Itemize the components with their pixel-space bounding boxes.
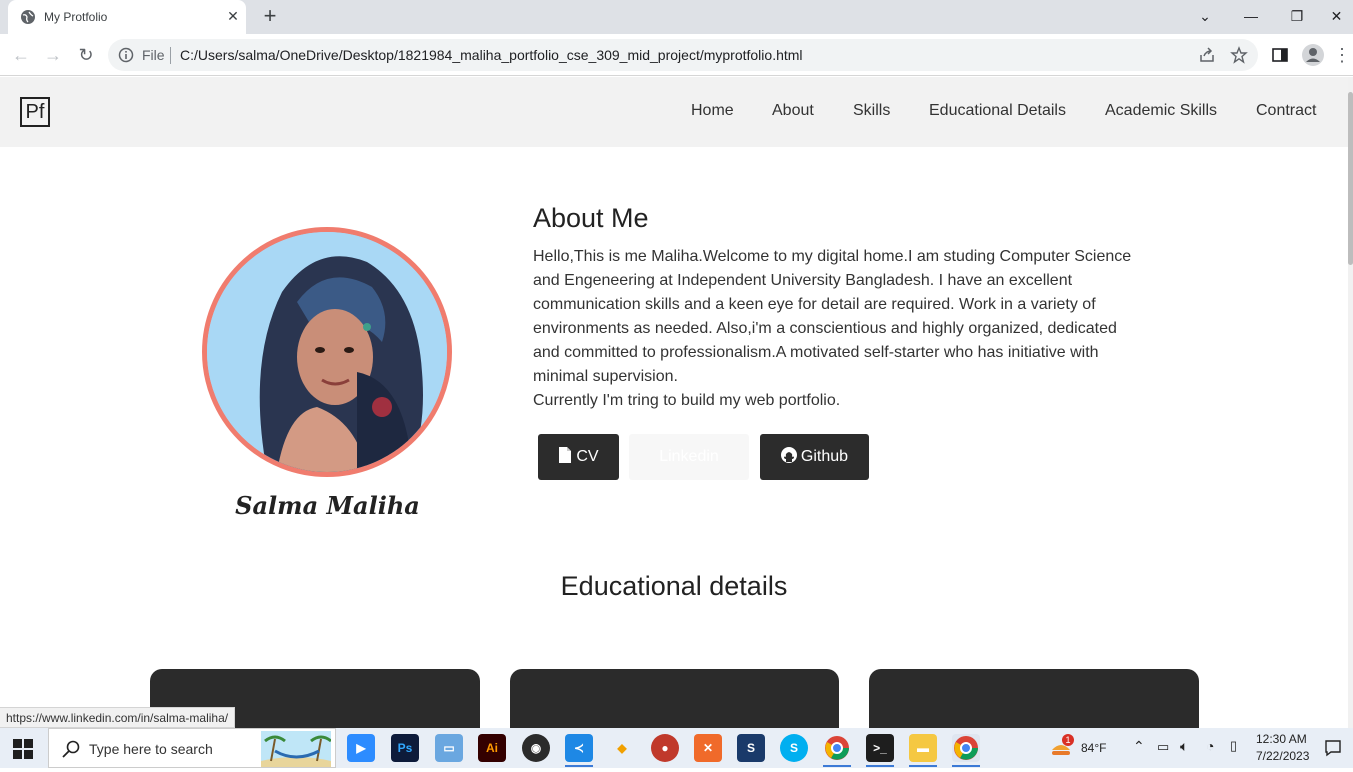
cv-button-label: CV <box>576 448 599 465</box>
terminal-active-indicator <box>866 765 894 767</box>
tab-search-icon[interactable]: ⌄ <box>1182 0 1228 32</box>
github-button[interactable]: Github <box>760 434 869 480</box>
vscode-active-indicator <box>565 765 593 767</box>
search-icon <box>62 740 80 758</box>
address-separator <box>170 47 171 64</box>
chrome-profile-app-icon[interactable] <box>823 734 851 762</box>
address-bar[interactable]: File C:/Users/salma/OneDrive/Desktop/182… <box>108 39 1258 71</box>
forward-icon[interactable]: → <box>41 43 65 67</box>
file-explorer-app-icon[interactable]: ▬ <box>909 734 937 762</box>
share-icon[interactable] <box>1198 46 1216 64</box>
url-text[interactable]: C:/Users/salma/OneDrive/Desktop/1821984_… <box>180 47 803 63</box>
cv-button[interactable]: CV <box>538 434 619 480</box>
terminal-app-icon[interactable]: >_ <box>866 734 894 762</box>
sql-app-icon[interactable]: S <box>737 734 765 762</box>
info-icon[interactable] <box>118 47 134 63</box>
github-icon <box>780 447 797 463</box>
file-icon <box>559 447 572 463</box>
globe-icon <box>21 10 35 24</box>
profile-avatar-icon[interactable] <box>1301 43 1325 67</box>
computer-app-icon[interactable]: ▭ <box>435 734 463 762</box>
notification-icon[interactable] <box>1324 739 1342 757</box>
about-text: Hello,This is me Maliha.Welcome to my di… <box>533 245 1138 413</box>
nav-educational-details[interactable]: Educational Details <box>929 102 1066 120</box>
search-placeholder: Type here to search <box>89 741 213 757</box>
nav-skills[interactable]: Skills <box>853 102 890 120</box>
skype-app-icon[interactable]: S <box>780 734 808 762</box>
close-window-button[interactable]: ✕ <box>1320 0 1353 32</box>
photoshop-app-icon[interactable]: Ps <box>391 734 419 762</box>
weather-temperature[interactable]: 84°F <box>1081 741 1106 755</box>
browser-tab[interactable]: My Protfolio ✕ <box>8 0 246 34</box>
clock-date[interactable]: 7/22/2023 <box>1256 749 1309 763</box>
education-card <box>510 669 839 728</box>
clock-time[interactable]: 12:30 AM <box>1256 732 1307 746</box>
nav-academic-skills[interactable]: Academic Skills <box>1105 102 1217 120</box>
chrome-active-indicator <box>952 765 980 767</box>
file-explorer-active-indicator <box>909 765 937 767</box>
battery-icon[interactable]: ▭ <box>1157 739 1169 755</box>
tab-title: My Protfolio <box>44 10 108 24</box>
nav-home[interactable]: Home <box>691 102 734 120</box>
device-icon[interactable]: ▯ <box>1230 738 1237 754</box>
tab-close-icon[interactable]: ✕ <box>224 7 242 25</box>
education-card <box>869 669 1199 728</box>
side-panel-icon[interactable] <box>1271 46 1289 64</box>
browser-menu-icon[interactable]: ⋮ <box>1333 43 1351 67</box>
chrome-app-icon[interactable] <box>952 734 980 762</box>
about-paragraph-2: Currently I'm tring to build my web port… <box>533 392 841 409</box>
nav-about[interactable]: About <box>772 102 814 120</box>
page-scrollbar[interactable] <box>1348 77 1353 728</box>
profile-name: Salma Maliha <box>235 491 420 520</box>
browser-tab-strip: My Protfolio ✕ + ⌄ — ❐ ✕ <box>0 0 1353 34</box>
sourcetree-app-icon[interactable]: ◆ <box>608 734 636 762</box>
portrait-illustration <box>207 232 447 472</box>
back-icon[interactable]: ← <box>9 43 33 67</box>
bookmark-star-icon[interactable] <box>1230 46 1248 64</box>
windows-taskbar: Type here to search ▶ Ps ▭ Ai ◉ ≺ ◆ ● ✕ … <box>0 728 1353 768</box>
about-paragraph: Hello,This is me Maliha.Welcome to my di… <box>533 248 1132 385</box>
media-app-icon[interactable]: ● <box>651 734 679 762</box>
site-logo[interactable]: Pf <box>20 97 50 127</box>
linkedin-button[interactable]: Linkedin <box>629 434 749 480</box>
file-scheme-label: File <box>142 47 165 63</box>
linkedin-button-label: Linkedin <box>659 448 719 465</box>
vscode-app-icon[interactable]: ≺ <box>565 734 593 762</box>
weather-badge: 1 <box>1062 734 1074 746</box>
browser-toolbar: ← → ↻ File C:/Users/salma/OneDrive/Deskt… <box>0 34 1353 76</box>
search-highlight-icon <box>261 731 331 767</box>
new-tab-button[interactable]: + <box>258 5 282 29</box>
educational-details-title: Educational details <box>560 571 788 601</box>
restore-button[interactable]: ❐ <box>1274 0 1320 32</box>
weather-icon[interactable]: 1 <box>1050 734 1074 758</box>
site-navbar: Pf Home About Skills Educational Details… <box>0 77 1348 147</box>
minimize-button[interactable]: — <box>1228 0 1274 32</box>
windows-start-icon[interactable] <box>12 738 34 760</box>
wifi-icon[interactable]: ◔ <box>1206 738 1214 754</box>
obs-app-icon[interactable]: ◉ <box>522 734 550 762</box>
illustrator-app-icon[interactable]: Ai <box>478 734 506 762</box>
tray-chevron-icon[interactable]: ⌃ <box>1133 738 1145 755</box>
scrollbar-thumb[interactable] <box>1348 92 1353 265</box>
profile-photo <box>202 227 452 477</box>
chrome-profile-active-indicator <box>823 765 851 767</box>
about-title: About Me <box>533 203 649 233</box>
taskbar-search[interactable]: Type here to search <box>48 728 336 768</box>
github-button-label: Github <box>800 448 849 465</box>
volume-icon[interactable]: 🔈︎ <box>1180 738 1188 755</box>
web-page: Pf Home About Skills Educational Details… <box>0 77 1353 728</box>
reload-icon[interactable]: ↻ <box>74 43 98 67</box>
nav-contract[interactable]: Contract <box>1256 102 1316 120</box>
status-bar-link: https://www.linkedin.com/in/salma-maliha… <box>0 707 236 728</box>
zoom-app-icon[interactable]: ▶ <box>347 734 375 762</box>
xampp-app-icon[interactable]: ✕ <box>694 734 722 762</box>
